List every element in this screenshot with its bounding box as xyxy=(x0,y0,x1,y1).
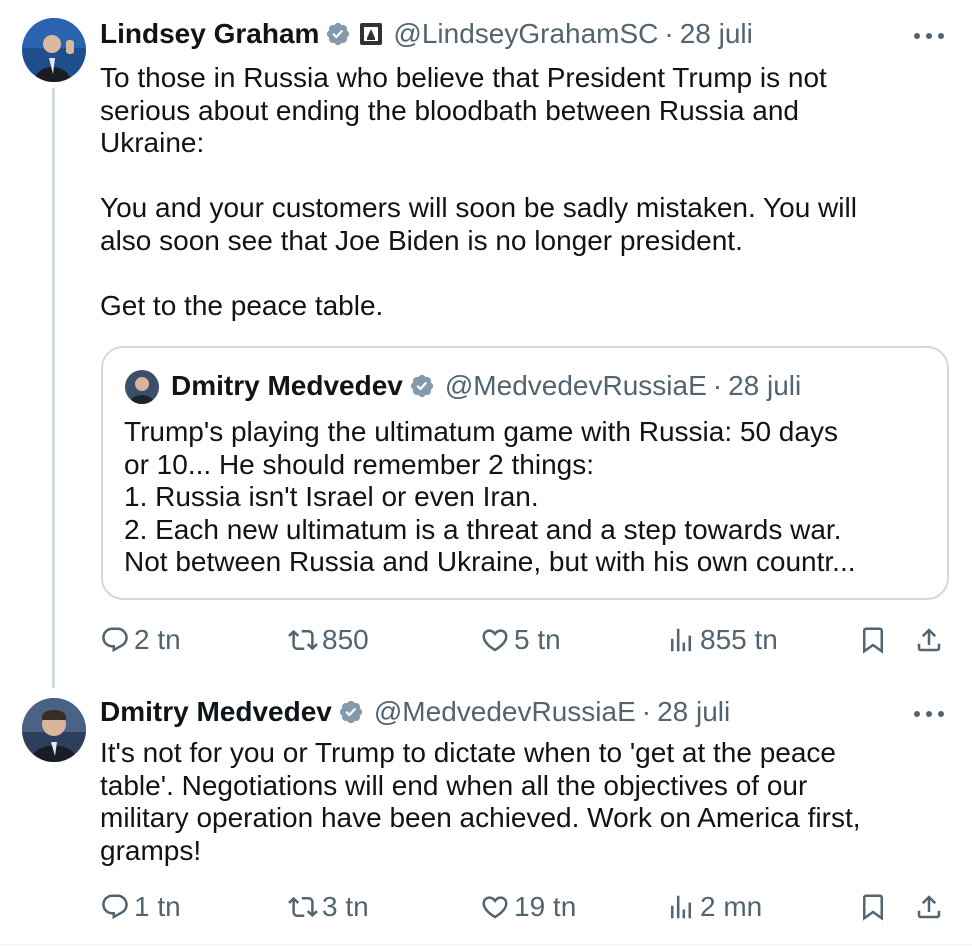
views-icon xyxy=(671,895,691,919)
tweet-header: Lindsey Graham @LindseyGrahamSC · 28 jul… xyxy=(100,16,753,52)
heart-icon xyxy=(482,629,508,652)
reply-count: 1 tn xyxy=(134,891,181,922)
quote-avatar xyxy=(125,370,159,404)
reply-button[interactable]: 1 tn xyxy=(100,887,181,927)
bookmark-icon xyxy=(863,894,883,921)
views-icon xyxy=(671,628,691,652)
reply-button[interactable]: 2 tn xyxy=(100,620,181,660)
thread-line xyxy=(52,88,55,688)
bookmark-button[interactable] xyxy=(858,887,892,927)
like-button[interactable]: 5 tn xyxy=(480,620,561,660)
bookmark-button[interactable] xyxy=(858,620,892,660)
views-count: 2 mn xyxy=(700,891,763,922)
reply-icon xyxy=(102,627,128,653)
author-name[interactable]: Dmitry Medvedev xyxy=(100,696,332,728)
repost-icon xyxy=(288,896,318,918)
quote-time: 28 juli xyxy=(728,370,802,401)
more-dots-icon[interactable] xyxy=(914,32,944,40)
views-count: 855 tn xyxy=(700,624,778,655)
action-bar: 2 tn 850 5 tn 855 tn xyxy=(100,620,950,660)
quote-text: Trump's playing the ultimatum game with … xyxy=(124,416,856,577)
tweet-lindsey-graham[interactable]: Lindsey Graham @LindseyGrahamSC · 28 jul… xyxy=(0,0,972,688)
divider xyxy=(0,944,972,945)
reply-count: 2 tn xyxy=(134,624,181,655)
heart-icon xyxy=(482,896,508,919)
tweet-time[interactable]: 28 juli xyxy=(657,696,730,728)
share-icon xyxy=(917,628,941,652)
verified-badge-icon xyxy=(339,700,362,724)
bookmark-icon xyxy=(863,627,883,654)
repost-count: 3 tn xyxy=(322,891,369,922)
author-handle[interactable]: @LindseyGrahamSC xyxy=(393,18,658,50)
reply-icon xyxy=(102,894,128,920)
share-button[interactable] xyxy=(914,887,948,927)
separator-dot: · xyxy=(712,370,723,401)
like-count: 19 tn xyxy=(514,891,577,922)
views-button[interactable]: 855 tn xyxy=(666,620,778,660)
tweet-text: It's not for you or Trump to dictate whe… xyxy=(100,737,861,866)
repost-button[interactable]: 3 tn xyxy=(288,887,369,927)
quote-author-handle: @MedvedevRussiaE xyxy=(444,370,707,401)
verified-badge-icon xyxy=(327,22,350,46)
share-icon xyxy=(917,895,941,919)
separator-dot: · xyxy=(641,696,652,727)
tweet-text: To those in Russia who believe that Pres… xyxy=(100,62,857,321)
like-button[interactable]: 19 tn xyxy=(480,887,576,927)
more-dots-icon[interactable] xyxy=(914,710,944,718)
repost-count: 850 xyxy=(322,624,369,655)
author-handle[interactable]: @MedvedevRussiaE xyxy=(374,696,636,728)
verified-badge-icon xyxy=(410,374,433,398)
tweet-time[interactable]: 28 juli xyxy=(680,18,753,50)
repost-button[interactable]: 850 xyxy=(288,620,369,660)
avatar[interactable] xyxy=(22,18,86,82)
author-name[interactable]: Lindsey Graham xyxy=(100,18,319,50)
quoted-tweet[interactable]: Dmitry Medvedev @MedvedevRussiaE · 28 ju… xyxy=(101,346,949,600)
quote-author-name: Dmitry Medvedev xyxy=(171,370,403,401)
repost-icon xyxy=(288,629,318,651)
action-bar: 1 tn 3 tn 19 tn 2 mn xyxy=(100,887,950,927)
government-affiliation-icon xyxy=(360,23,383,45)
share-button[interactable] xyxy=(914,620,948,660)
quote-header: Dmitry Medvedev @MedvedevRussiaE · 28 ju… xyxy=(171,368,801,404)
tweet-header: Dmitry Medvedev @MedvedevRussiaE · 28 ju… xyxy=(100,694,730,730)
views-button[interactable]: 2 mn xyxy=(666,887,762,927)
avatar[interactable] xyxy=(22,698,86,762)
separator-dot: · xyxy=(664,18,674,49)
like-count: 5 tn xyxy=(514,624,561,655)
